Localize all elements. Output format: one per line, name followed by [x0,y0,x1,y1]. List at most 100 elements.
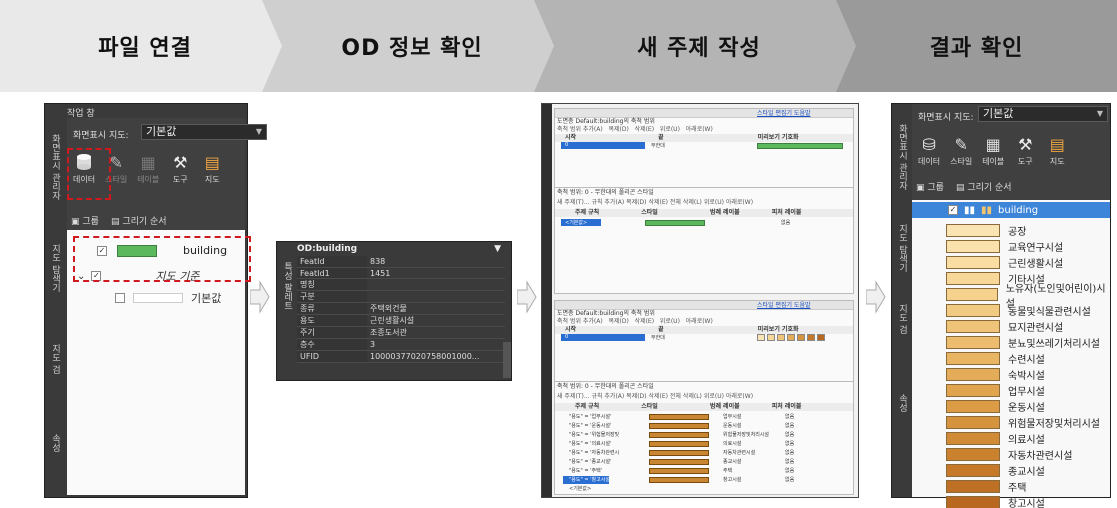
legend-label: 숙박시설 [1008,371,1045,383]
legend-item[interactable]: 노유자(노인및어린이)시설 [946,284,1110,310]
rule-row[interactable]: "용도" = '위험물저장및 위험물저장및처리시설 없음 [559,431,849,439]
style-button[interactable]: ✎ 스타일 [950,134,972,167]
up-button[interactable]: 위로(U) [660,126,680,133]
legend-item[interactable]: 위험물저장및처리시설 [946,414,1100,431]
vtab-map-book[interactable]: 지도 검 [896,304,909,334]
style-icon: ▮▮ [964,204,976,216]
legend-label: 주택 [1008,483,1027,495]
legend-item[interactable]: 운동시설 [946,398,1045,415]
legend-item[interactable]: 종교시설 [946,462,1045,479]
default-checkbox[interactable] [115,293,125,303]
table-button[interactable]: ▦ 테이블 [982,134,1004,167]
vtab-display-manager[interactable]: 화면표시 관리자 [49,134,62,200]
toolbar: ⛁ 데이터 ✎ 스타일 ▦ 테이블 ⚒ 도구 ▤ 지도 [918,134,1068,167]
tools-button[interactable]: ⚒ 도구 [1014,134,1036,167]
rule-row[interactable]: "용도" = '창고시설' 창고시설 없음 [559,476,849,484]
rule-row[interactable]: "용도" = '업무시설' 업무시설 없음 [559,413,849,421]
legend-item[interactable]: 교육연구시설 [946,238,1063,255]
legend-item[interactable]: 동물및식물관련시설 [946,302,1091,319]
vtab-map-book[interactable]: 지도 검 [49,344,62,374]
chevron-down-icon: ▼ [494,244,501,254]
legend-swatch [946,240,1000,254]
add-scale-button[interactable]: 축척 범위 추가(A) [557,126,603,133]
vtab-properties[interactable]: 속성 [49,434,62,452]
table-icon: ▦ [985,134,1001,154]
legend-label: 창고시설 [1008,499,1045,508]
map-button[interactable]: ▤ 지도 [201,152,223,185]
scale-row[interactable]: 0 무한대 [555,142,853,150]
delete-button[interactable]: 삭제(E) [635,126,655,133]
preview-swatch [757,143,843,149]
tab-group[interactable]: ▣ 그룹 [916,180,944,193]
data-button[interactable]: ⛁ 데이터 [918,134,940,167]
legend-item[interactable]: 근린생활시설 [946,254,1063,271]
table-row: 주기 조종도서관 [297,326,505,340]
legend-item[interactable]: 창고시설 [946,494,1045,508]
properties-palette: 특성 팔레트 OD:building ▼ FeatId 838 FeatId1 145… [276,241,512,381]
legend-swatch [946,224,1000,238]
scale-row[interactable]: 0 무한대 [555,334,853,342]
map-button[interactable]: ▤ 지도 [1046,134,1068,167]
legend-swatch [946,368,1000,382]
od-table: FeatId 838 FeatId1 1451 명칭 구분 종류 주택외건물 용도 근린… [297,256,505,363]
rule-row[interactable]: <기본값> [559,485,849,493]
legend-item[interactable]: 자동차관련시설 [946,446,1072,463]
default-swatch [133,293,183,303]
legend-item[interactable]: 공장 [946,222,1026,239]
vtab-display-manager[interactable]: 화면표시 관리자 [896,124,909,190]
lower-toolbar: 새 주제(T)... 규칙 추가(A) 복제(D) 삭제(E) 전체 삭제(L)… [557,199,754,206]
od-header[interactable]: OD:building ▼ [297,244,501,256]
tab-draw-order[interactable]: ▤ 그리기 순서 [956,180,1012,193]
legend-label: 수련시설 [1008,355,1045,367]
subtabs: ▣ 그룹 ▤ 그리기 순서 [916,180,1012,193]
legend-item[interactable]: 숙박시설 [946,366,1045,383]
legend-label: 분뇨및쓰레기처리시설 [1008,339,1100,351]
process-steps: 파일 연결 OD 정보 확인 새 주제 작성 결과 확인 [0,0,1117,92]
vtab-properties[interactable]: 속성 [896,394,909,412]
vtab-properties[interactable]: 특성 팔레트 [281,262,294,310]
legend-item[interactable]: 수련시설 [946,350,1045,367]
legend-item[interactable]: 의료시설 [946,430,1045,447]
help-link[interactable]: 스타일 편집기 도움말 [757,110,811,117]
layer-row-building[interactable]: ✓ ▮▮ ▮▮ building [912,202,1110,218]
highlight-data-button [67,148,111,200]
task-pane-panel: 작업 창 화면표시 관리자 지도 탐색기 지도 검 속성 화면표시 지도: 기본… [44,103,267,498]
vtab-map-explorer[interactable]: 지도 탐색기 [896,224,909,272]
map-select[interactable]: 기본값 ▼ [141,124,267,140]
rule-row[interactable]: "용도" = '종교시설' 종교시설 없음 [559,458,849,466]
down-button[interactable]: 아래로(W) [686,126,713,133]
legend-swatch [946,272,1000,286]
brush-icon: ✎ [954,134,968,154]
legend-swatch [946,416,1000,430]
rule-row[interactable]: "용도" = '의료시설' 의료시설 없음 [559,440,849,448]
vtab-map-explorer[interactable]: 지도 탐색기 [49,244,62,292]
database-icon: ⛁ [922,134,936,154]
arrow-right-icon [517,280,537,314]
table-icon: ▦ [140,152,156,172]
table-row: 명칭 [297,278,505,292]
legend-label: 자동차관련시설 [1008,451,1073,463]
map-select[interactable]: 기본값 ▼ [978,106,1108,122]
legend-item[interactable]: 주택 [946,478,1026,495]
copy-button[interactable]: 복제(D) [608,126,628,133]
legend-label: 위험물저장및처리시설 [1008,419,1100,431]
subtabs: ▣ 그룹 ▤ 그리기 순서 [71,214,167,227]
legend-swatch [946,400,1000,414]
rule-swatch [645,220,705,226]
tab-draw-order[interactable]: ▤ 그리기 순서 [111,214,167,227]
legend-swatch [946,432,1000,446]
layer-checkbox[interactable]: ✓ [948,205,958,215]
rule-row[interactable]: "용도" = '주택' 주택 없음 [559,467,849,475]
legend-item[interactable]: 분뇨및쓰레기처리시설 [946,334,1100,351]
tab-group[interactable]: ▣ 그룹 [71,214,99,227]
legend-swatch [946,256,1000,270]
legend-item[interactable]: 묘지관련시설 [946,318,1063,335]
tools-button[interactable]: ⚒ 도구 [169,152,191,185]
legend-item[interactable]: 업무시설 [946,382,1045,399]
default-row[interactable]: 기본값 [115,290,221,306]
scrollbar[interactable] [503,342,511,378]
table-button[interactable]: ▦ 테이블 [137,152,159,185]
rule-row[interactable]: "용도" = '자동차관련시 자동차관련시설 없음 [559,449,849,457]
rule-row[interactable]: "용도" = '운동시설' 운동시설 없음 [559,422,849,430]
tools-icon: ⚒ [173,152,188,172]
